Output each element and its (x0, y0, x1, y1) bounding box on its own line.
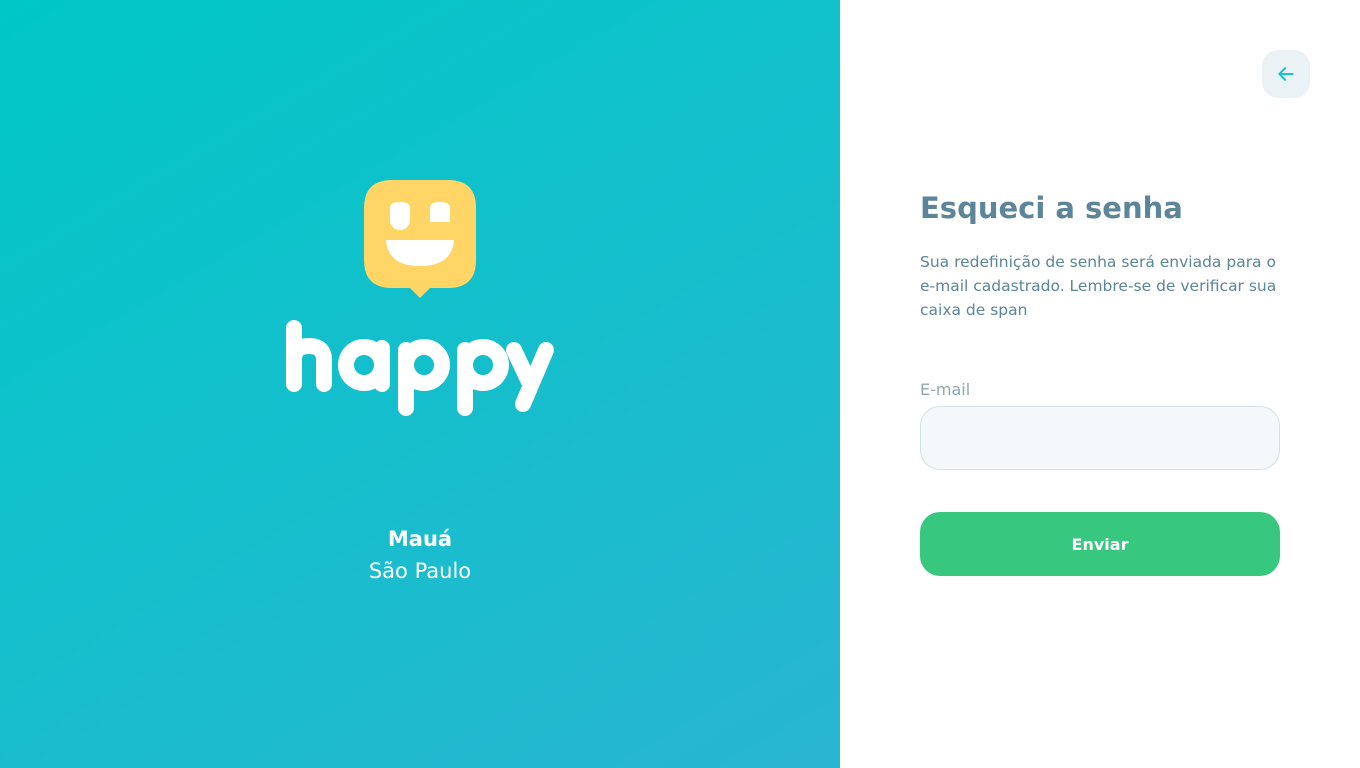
smiley-logo-icon (364, 180, 476, 298)
submit-button[interactable]: Enviar (920, 512, 1280, 576)
page-title: Esqueci a senha (920, 191, 1183, 225)
email-label: E-mail (920, 380, 971, 399)
page-description: Sua redefinição de senha será enviada pa… (920, 253, 1277, 319)
brand-logo (0, 180, 840, 420)
back-button[interactable] (1262, 50, 1310, 98)
state-name: São Paulo (368, 559, 472, 583)
email-field[interactable] (920, 406, 1280, 470)
location: Mauá São Paulo (0, 523, 840, 587)
arrow-left-icon (1278, 67, 1294, 81)
happy-wordmark (286, 320, 554, 416)
brand-panel: Mauá São Paulo (0, 0, 840, 768)
form-panel: Esqueci a senha Sua redefinição de senha… (840, 0, 1360, 768)
city-name: Mauá (387, 527, 453, 551)
forgot-password-page: Mauá São Paulo Esqueci a senha Sua redef… (0, 0, 1360, 768)
